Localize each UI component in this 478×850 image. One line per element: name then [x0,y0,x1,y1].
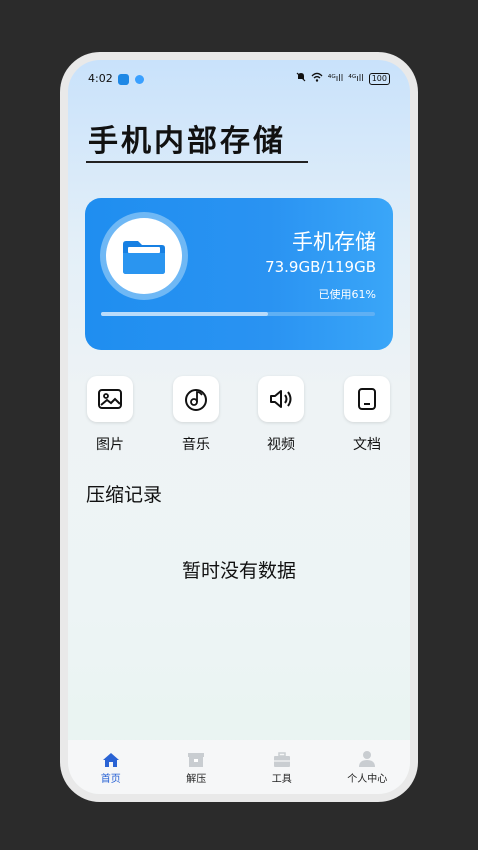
storage-name: 手机存储 [292,230,376,254]
category-video[interactable]: 视频 [257,376,305,454]
music-disc-icon [185,389,207,411]
speaker-icon [270,390,292,408]
toolbox-icon [273,752,290,767]
section-title-compress: 压缩记录 [86,484,163,506]
category-label: 图片 [96,437,124,453]
nav-label: 首页 [100,774,121,785]
person-icon [359,751,376,767]
notification-dot-icon [134,74,144,84]
battery-icon: 100 [368,72,390,85]
category-images[interactable]: 图片 [86,376,134,454]
category-label: 文档 [353,437,381,453]
nav-label: 个人中心 [347,774,388,785]
bottom-nav: 首页 解压 工具 个人中心 [68,740,410,794]
image-icon [98,389,122,409]
storage-used-label: 已使用61% [318,288,376,301]
app-screen: 4:02 ⁴ᴳıll ⁴ᴳıll 100 手机内部存储 手机存储 73.9GB/… [68,60,410,794]
nav-home[interactable]: 首页 [79,750,143,785]
home-icon [102,753,119,767]
nav-profile[interactable]: 个人中心 [335,750,399,785]
box-icon [188,753,205,767]
nav-extract[interactable]: 解压 [164,750,228,785]
status-bar-left: 4:02 [88,72,144,85]
category-label: 音乐 [182,437,210,453]
folder-icon [123,241,165,274]
category-music[interactable]: 音乐 [172,376,220,454]
storage-progress-fill [101,312,269,316]
nav-label: 解压 [186,774,207,785]
category-label: 视频 [267,437,295,453]
status-time: 4:02 [88,72,113,85]
mute-bell-icon [296,72,306,85]
signal-icon-1: ⁴ᴳıll [327,73,344,84]
page-title: 手机内部存储 [88,124,286,159]
storage-size: 73.9GB/119GB [265,258,376,276]
storage-progress-bar [101,312,375,316]
notification-app-icon [118,73,130,85]
status-bar-right: ⁴ᴳıll ⁴ᴳıll 100 [296,72,390,85]
title-underline [86,161,308,163]
empty-state-text: 暂时没有数据 [181,560,296,582]
nav-label: 工具 [271,774,292,785]
signal-icon-2: ⁴ᴳıll [348,73,364,84]
category-docs[interactable]: 文档 [343,376,391,454]
document-icon [358,388,376,410]
folder-circle [106,218,182,294]
nav-tools[interactable]: 工具 [250,750,314,785]
wifi-icon [311,72,323,85]
